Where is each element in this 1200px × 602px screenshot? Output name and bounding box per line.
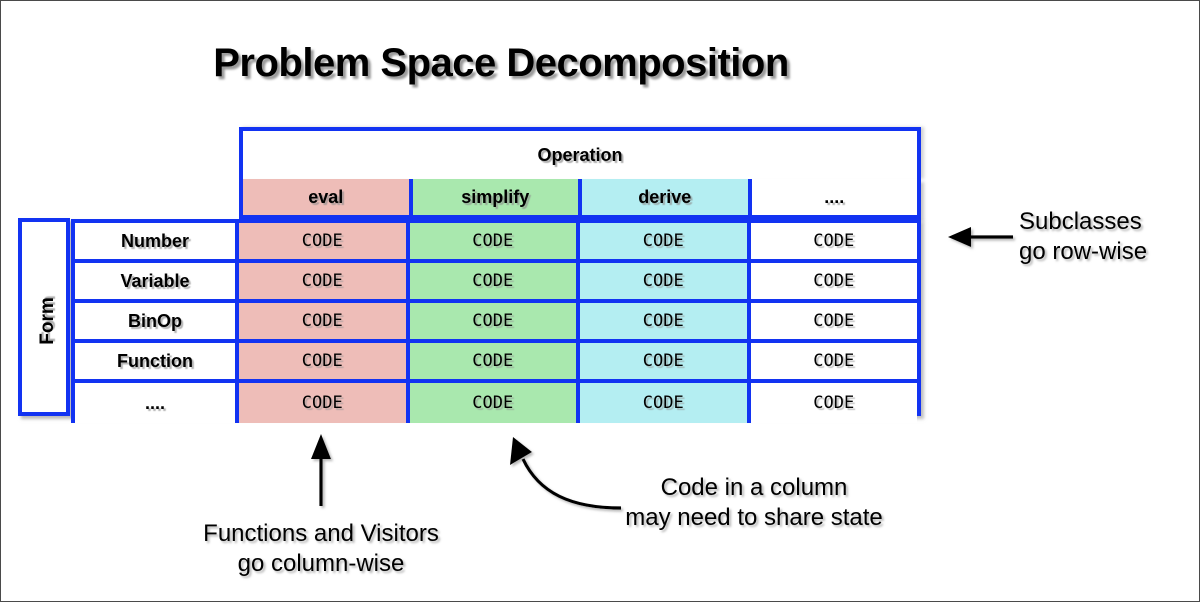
code-cell-label: CODE xyxy=(472,271,514,291)
code-cell-r3-c1[interactable]: CODE xyxy=(409,343,580,379)
table-row: Variable CODE CODE CODE CODE xyxy=(71,263,917,303)
code-cell-label: CODE xyxy=(642,393,684,413)
table-row: Function CODE CODE CODE CODE xyxy=(71,343,917,383)
code-cell-label: CODE xyxy=(813,271,855,291)
annotation-subclasses: Subclasses go row-wise xyxy=(1019,208,1148,265)
code-cell-label: CODE xyxy=(642,351,684,371)
code-cell-label: CODE xyxy=(301,311,343,331)
code-cell-r2-c1[interactable]: CODE xyxy=(409,303,580,339)
table-row: BinOp CODE CODE CODE CODE xyxy=(71,303,917,343)
arrow-subclasses xyxy=(948,227,1013,247)
form-axis-box: Form xyxy=(18,218,70,416)
code-cell-label: CODE xyxy=(813,231,855,251)
code-cell-r0-c3[interactable]: CODE xyxy=(750,223,917,259)
code-cell-r1-c0[interactable]: CODE xyxy=(239,263,410,299)
annotation-functions-column-wise: Functions and Visitors go column-wise xyxy=(203,520,439,577)
operation-axis-box: Operation xyxy=(239,127,921,179)
table-row: .... CODE CODE CODE CODE xyxy=(71,383,917,423)
code-cell-label: CODE xyxy=(642,231,684,251)
page-title: Problem Space Decomposition xyxy=(213,41,789,85)
code-cell-label: CODE xyxy=(472,231,514,251)
code-cell-r0-c0[interactable]: CODE xyxy=(239,223,410,259)
column-header-row: eval simplify derive.... xyxy=(239,179,921,219)
code-cell-r4-c0[interactable]: CODE xyxy=(239,383,410,423)
operation-axis-label: Operation xyxy=(537,144,623,165)
matrix-body: Number CODE CODE CODE CODE Variable CODE CODE CO… xyxy=(71,219,921,423)
code-cell-r4-c2[interactable]: CODE xyxy=(580,383,751,423)
row-header-label: Number xyxy=(120,230,189,251)
code-cell-label: CODE xyxy=(301,231,343,251)
code-cell-r0-c2[interactable]: CODE xyxy=(580,223,751,259)
code-cell-label: CODE xyxy=(813,393,855,413)
column-header-0[interactable]: eval xyxy=(243,179,413,215)
form-axis-label: Form xyxy=(37,297,58,345)
code-cell-r3-c2[interactable]: CODE xyxy=(580,343,751,379)
code-cell-r2-c2[interactable]: CODE xyxy=(580,303,751,339)
code-cell-r1-c3[interactable]: CODE xyxy=(750,263,917,299)
code-cell-r4-c1[interactable]: CODE xyxy=(409,383,580,423)
code-cell-r2-c3[interactable]: CODE xyxy=(750,303,917,339)
code-cell-r1-c2[interactable]: CODE xyxy=(580,263,751,299)
code-cell-r3-c0[interactable]: CODE xyxy=(239,343,410,379)
column-header-label: derive xyxy=(638,186,692,207)
column-header-label: .... xyxy=(824,186,845,207)
code-cell-label: CODE xyxy=(813,311,855,331)
slide-canvas: Problem Space Decomposition Form Operati… xyxy=(0,0,1200,602)
code-cell-label: CODE xyxy=(472,393,514,413)
code-cell-label: CODE xyxy=(472,311,514,331)
column-header-1[interactable]: simplify xyxy=(412,179,582,215)
code-cell-r3-c3[interactable]: CODE xyxy=(750,343,917,379)
column-header-2[interactable]: derive xyxy=(582,179,752,215)
code-cell-r1-c1[interactable]: CODE xyxy=(409,263,580,299)
row-header-label: BinOp xyxy=(128,310,182,331)
column-header-3[interactable]: .... xyxy=(751,179,917,215)
row-header-label: Function xyxy=(117,350,193,371)
table-row: Number CODE CODE CODE CODE xyxy=(71,223,917,263)
row-header-label: .... xyxy=(144,392,165,413)
row-header-4[interactable]: .... xyxy=(71,383,239,423)
column-header-label: simplify xyxy=(461,186,530,207)
annotation-share-state: Code in a column may need to share state xyxy=(625,474,883,531)
code-cell-label: CODE xyxy=(642,271,684,291)
code-cell-r4-c3[interactable]: CODE xyxy=(750,383,917,423)
row-header-1[interactable]: Variable xyxy=(71,263,239,299)
row-header-0[interactable]: Number xyxy=(71,223,239,259)
code-cell-r0-c1[interactable]: CODE xyxy=(409,223,580,259)
code-cell-label: CODE xyxy=(472,351,514,371)
column-header-label: eval xyxy=(308,186,344,207)
code-cell-label: CODE xyxy=(642,311,684,331)
row-header-3[interactable]: Function xyxy=(71,343,239,379)
code-cell-label: CODE xyxy=(301,393,343,413)
row-header-label: Variable xyxy=(120,270,190,291)
code-cell-label: CODE xyxy=(301,351,343,371)
code-cell-r2-c0[interactable]: CODE xyxy=(239,303,410,339)
code-cell-label: CODE xyxy=(301,271,343,291)
arrow-functions-column xyxy=(311,434,331,506)
row-header-2[interactable]: BinOp xyxy=(71,303,239,339)
code-cell-label: CODE xyxy=(813,351,855,371)
